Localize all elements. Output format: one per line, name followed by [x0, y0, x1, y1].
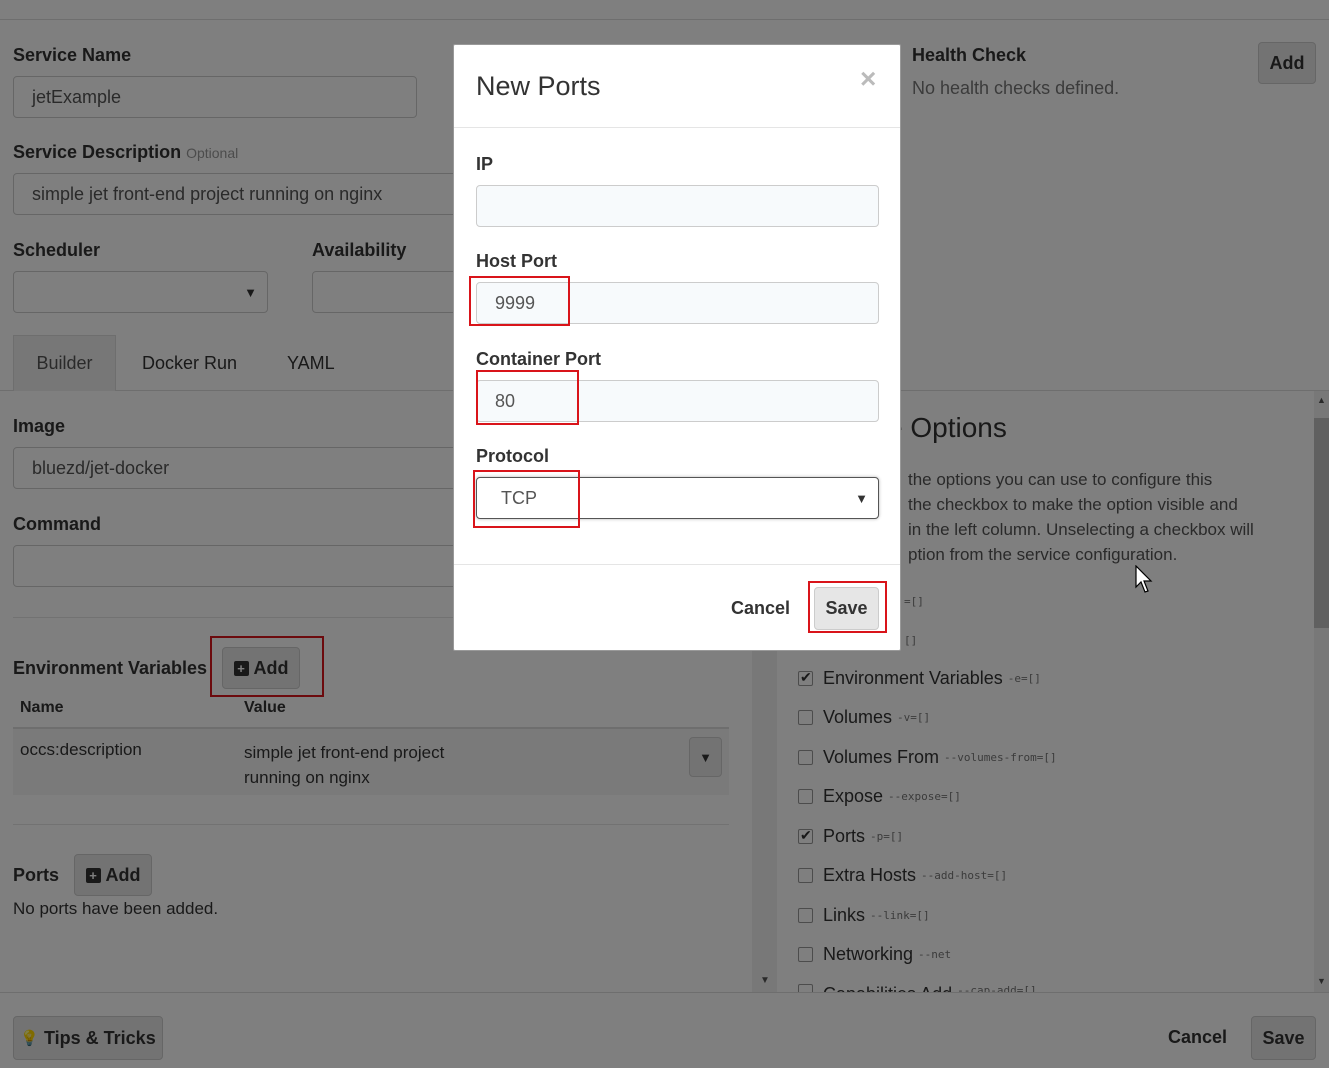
modal-title: New Ports: [476, 71, 601, 101]
host-port-label: Host Port: [476, 251, 557, 271]
highlight-box-container-port: [476, 370, 579, 425]
mouse-cursor-icon: [1135, 565, 1153, 593]
modal-footer-divider: [454, 564, 900, 565]
close-icon[interactable]: ×: [860, 63, 876, 95]
chevron-down-icon: ▼: [855, 490, 868, 506]
highlight-box-modal-save: [808, 581, 887, 633]
new-ports-modal: New Ports × IP Host Port 9999 Container …: [453, 44, 901, 651]
container-port-label: Container Port: [476, 349, 602, 369]
protocol-label: Protocol: [476, 446, 550, 466]
modal-header-divider: [454, 127, 900, 128]
ip-input[interactable]: [476, 185, 879, 227]
modal-cancel-button[interactable]: Cancel: [731, 598, 790, 619]
highlight-box-host-port: [469, 276, 570, 326]
ip-label: IP: [476, 154, 494, 174]
highlight-box-protocol: [473, 470, 580, 528]
